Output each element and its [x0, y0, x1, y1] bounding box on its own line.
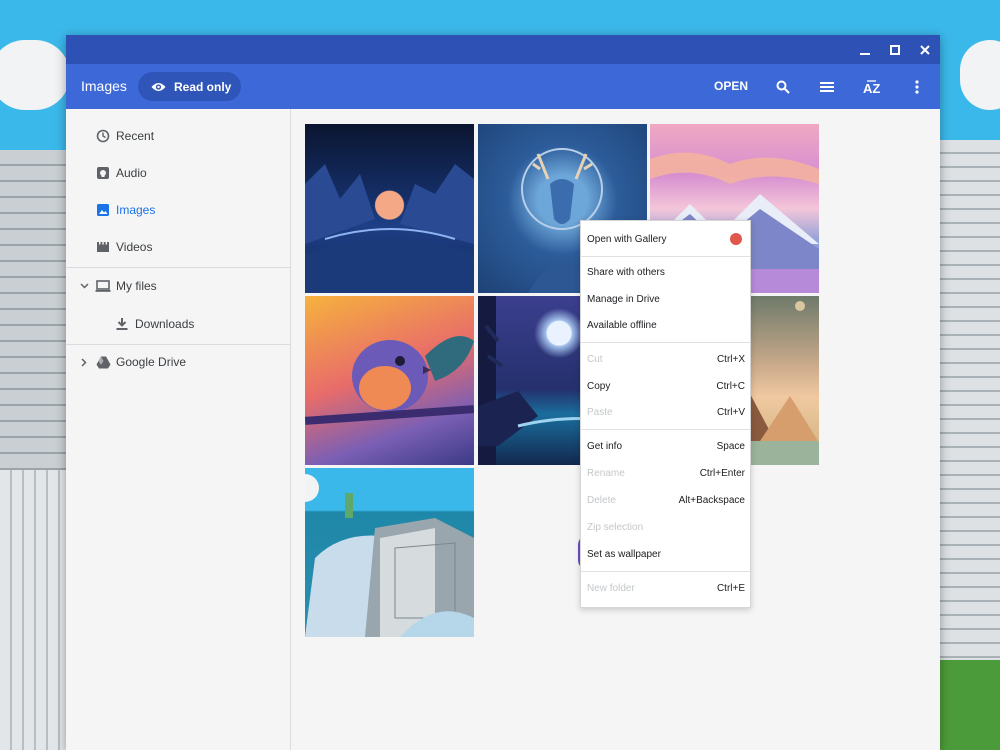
- menu-item-paste: Paste Ctrl+V: [581, 399, 750, 425]
- audio-icon: [95, 165, 111, 181]
- video-icon: [95, 239, 111, 255]
- menu-item-shortcut: Ctrl+Enter: [699, 467, 745, 479]
- sidebar-item-recent[interactable]: Recent: [66, 119, 290, 153]
- sidebar-item-label: My files: [116, 279, 157, 293]
- wallpaper-building-right: [940, 140, 1000, 750]
- search-icon[interactable]: [772, 76, 794, 98]
- context-menu: Open with Gallery Share with others Mana…: [580, 220, 751, 608]
- menu-item-label: Share with others: [587, 266, 665, 278]
- open-button[interactable]: OPEN: [714, 79, 748, 93]
- sidebar-item-label: Downloads: [135, 317, 195, 331]
- image-thumbnail[interactable]: [305, 296, 474, 465]
- maximize-icon[interactable]: [885, 40, 905, 60]
- menu-item-shortcut: Space: [716, 440, 745, 452]
- read-only-label: Read only: [174, 79, 232, 94]
- menu-item-label: Copy: [587, 380, 611, 392]
- image-icon: [95, 202, 111, 218]
- menu-item-label: Manage in Drive: [587, 293, 660, 305]
- title-bar: [66, 35, 940, 64]
- menu-item-manage-in-drive[interactable]: Manage in Drive: [581, 286, 750, 312]
- menu-item-set-as-wallpaper[interactable]: Set as wallpaper: [581, 541, 750, 567]
- menu-item-shortcut: Alt+Backspace: [678, 494, 745, 506]
- list-view-icon[interactable]: [816, 76, 838, 98]
- menu-item-open-with-gallery[interactable]: Open with Gallery: [581, 226, 750, 252]
- menu-item-new-folder: New folder Ctrl+E: [581, 575, 750, 601]
- sidebar-item-images[interactable]: Images: [66, 193, 290, 227]
- sidebar: Recent Audio Images Videos My files Down…: [66, 109, 291, 750]
- menu-divider: [581, 429, 750, 430]
- menu-item-rename: Rename Ctrl+Enter: [581, 460, 750, 486]
- menu-item-label: Get info: [587, 440, 623, 452]
- sidebar-item-downloads[interactable]: Downloads: [66, 307, 290, 341]
- menu-item-label: Rename: [587, 467, 625, 479]
- menu-item-label: Zip selection: [587, 521, 644, 533]
- breadcrumb[interactable]: Images: [81, 78, 127, 94]
- menu-item-label: New folder: [587, 582, 635, 594]
- download-icon: [114, 316, 130, 332]
- svg-text:AZ: AZ: [863, 81, 880, 95]
- menu-item-zip-selection: Zip selection: [581, 514, 750, 540]
- more-vert-icon[interactable]: [906, 76, 928, 98]
- menu-divider: [581, 571, 750, 572]
- menu-item-shortcut: Ctrl+V: [716, 406, 745, 418]
- wallpaper-park: [940, 660, 1000, 750]
- menu-item-share-with-others[interactable]: Share with others: [581, 259, 750, 285]
- chevron-right-icon[interactable]: [78, 356, 90, 368]
- menu-divider: [581, 256, 750, 257]
- menu-item-get-info[interactable]: Get info Space: [581, 433, 750, 459]
- menu-item-label: Paste: [587, 406, 613, 418]
- menu-item-shortcut: Ctrl+X: [716, 353, 745, 365]
- sort-az-icon[interactable]: AZ: [861, 76, 883, 98]
- sidebar-item-my-files[interactable]: My files: [66, 269, 290, 303]
- minimize-icon[interactable]: [855, 40, 875, 60]
- image-thumbnail[interactable]: [305, 124, 474, 293]
- menu-item-label: Delete: [587, 494, 616, 506]
- menu-item-delete: Delete Alt+Backspace: [581, 487, 750, 513]
- menu-item-copy[interactable]: Copy Ctrl+C: [581, 373, 750, 399]
- menu-item-label: Available offline: [587, 319, 657, 331]
- sidebar-item-label: Images: [116, 203, 156, 217]
- clock-icon: [95, 128, 111, 144]
- sidebar-item-videos[interactable]: Videos: [66, 230, 290, 264]
- wallpaper-cloud: [0, 40, 70, 110]
- files-body: Recent Audio Images Videos My files Down…: [66, 109, 940, 750]
- menu-item-cut: Cut Ctrl+X: [581, 346, 750, 372]
- image-thumbnail[interactable]: [305, 468, 474, 637]
- menu-divider: [581, 342, 750, 343]
- sidebar-item-label: Audio: [116, 166, 147, 180]
- sidebar-item-audio[interactable]: Audio: [66, 156, 290, 190]
- toolbar: Images Read only OPEN AZ: [66, 64, 940, 109]
- menu-item-label: Open with Gallery: [587, 233, 667, 245]
- wallpaper-building-left: [0, 470, 70, 750]
- sidebar-item-label: Recent: [116, 129, 155, 143]
- menu-item-available-offline[interactable]: Available offline: [581, 312, 750, 338]
- close-icon[interactable]: [915, 40, 935, 60]
- eye-icon: [151, 82, 166, 91]
- gallery-app-icon: [730, 233, 742, 245]
- read-only-badge: Read only: [138, 72, 241, 101]
- drive-icon: [95, 354, 111, 370]
- laptop-icon: [95, 278, 111, 294]
- sidebar-item-label: Videos: [116, 240, 153, 254]
- sidebar-divider: [66, 267, 290, 268]
- files-app-window: Images Read only OPEN AZ Recent Audio Im…: [66, 35, 940, 750]
- menu-item-shortcut: Ctrl+C: [716, 380, 745, 392]
- chevron-down-icon[interactable]: [78, 280, 90, 292]
- sidebar-item-google-drive[interactable]: Google Drive: [66, 345, 290, 379]
- menu-item-label: Set as wallpaper: [587, 548, 661, 560]
- sidebar-item-label: Google Drive: [116, 355, 187, 369]
- menu-item-shortcut: Ctrl+E: [716, 582, 745, 594]
- menu-item-label: Cut: [587, 353, 603, 365]
